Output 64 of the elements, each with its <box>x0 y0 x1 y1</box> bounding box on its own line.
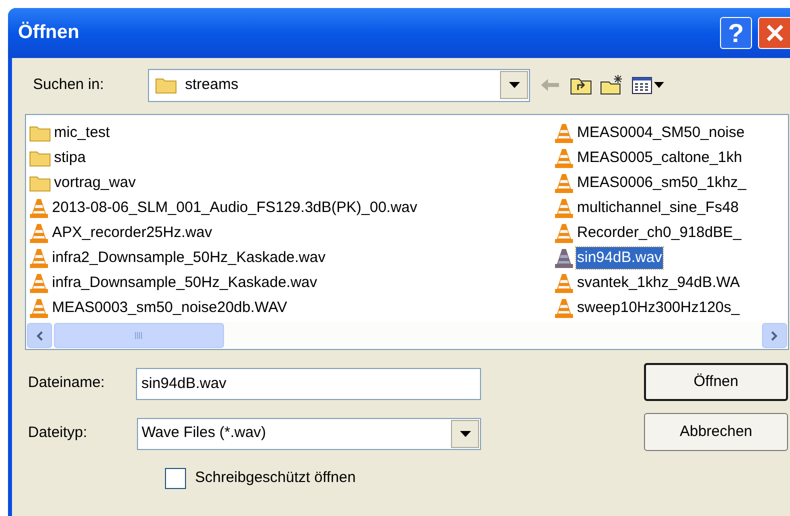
scroll-left-button[interactable] <box>27 323 52 348</box>
traffic-cone-icon <box>29 222 49 244</box>
look-in-dropdown[interactable]: streams <box>148 68 530 102</box>
folder-icon <box>29 149 51 167</box>
new-folder-icon[interactable] <box>600 75 624 95</box>
caret-icon <box>460 430 470 436</box>
folder-icon <box>155 76 177 94</box>
dialog-button[interactable]: Öffnen <box>644 363 788 401</box>
traffic-cone-icon <box>554 298 574 318</box>
file-item[interactable]: infra2_Downsample_50Hz_Kaskade.wav <box>51 246 326 270</box>
read-only-label: Schreibgeschützt öffnen <box>195 468 356 488</box>
traffic-cone-icon <box>554 198 574 218</box>
folder-icon <box>29 174 51 192</box>
file-name-label: Dateiname: <box>28 373 106 394</box>
scroll-thumb[interactable] <box>54 323 224 348</box>
traffic-cone-icon <box>554 222 574 244</box>
file-type-label: Dateityp: <box>28 423 88 444</box>
file-item[interactable]: MEAS0003_sm50_noise20db.WAV <box>51 296 288 320</box>
file-item[interactable]: sin94dB.wav <box>576 246 664 270</box>
file-item[interactable]: multichannel_sine_Fs48 <box>576 196 740 220</box>
file-name-field[interactable]: sin94dB.wav <box>136 368 481 400</box>
traffic-cone-icon <box>29 248 49 268</box>
right-chevron-icon <box>771 330 778 340</box>
dropdown-arrow-button[interactable] <box>451 420 479 448</box>
view-menu-button[interactable] <box>632 76 664 94</box>
dropdown-arrow-button[interactable] <box>500 71 528 99</box>
horizontal-scrollbar[interactable] <box>26 322 788 349</box>
file-item[interactable]: MEAS0006_sm50_1khz_ <box>576 172 748 194</box>
read-only-checkbox[interactable] <box>165 468 186 488</box>
file-item[interactable]: sweep10Hz300Hz120s_ <box>576 296 741 320</box>
left-chevron-icon <box>36 330 43 340</box>
folder-item[interactable]: mic_test <box>53 122 111 144</box>
grip-icon <box>135 332 143 339</box>
file-type-value: Wave Files (*.wav) <box>142 423 268 444</box>
file-item[interactable]: APX_recorder25Hz.wav <box>51 222 214 244</box>
close-button[interactable] <box>758 17 790 49</box>
file-item[interactable]: Recorder_ch0_918dBE_ <box>576 222 742 244</box>
folder-item[interactable]: stipa <box>53 146 87 170</box>
traffic-cone-icon <box>554 122 574 144</box>
file-type-dropdown[interactable]: Wave Files (*.wav) <box>136 418 481 450</box>
list-view-icon <box>632 76 652 94</box>
traffic-cone-icon <box>554 248 574 268</box>
look-in-label: Suchen in: <box>33 74 105 95</box>
file-item[interactable]: MEAS0004_SM50_noise <box>576 122 746 144</box>
folder-item[interactable]: vortrag_wav <box>53 172 137 194</box>
traffic-cone-icon <box>29 198 49 218</box>
caret-icon <box>508 82 520 88</box>
traffic-cone-icon <box>554 272 574 294</box>
folder-icon <box>29 124 51 142</box>
scroll-right-button[interactable] <box>762 323 787 348</box>
caret-icon <box>654 82 664 88</box>
traffic-cone-icon <box>29 298 49 318</box>
close-icon <box>766 24 784 42</box>
window-title: Öffnen <box>18 20 80 45</box>
file-item[interactable]: MEAS0005_caltone_1kh <box>576 146 744 170</box>
traffic-cone-icon <box>29 272 49 294</box>
help-button[interactable]: ? <box>720 17 752 49</box>
traffic-cone-icon <box>554 148 574 168</box>
file-item[interactable]: svantek_1khz_94dB.WA <box>576 272 741 294</box>
traffic-cone-icon <box>554 172 574 194</box>
look-in-value: streams <box>185 74 240 95</box>
file-item[interactable]: 2013-08-06_SLM_001_Audio_FS129.3dB(PK)_00.wav <box>51 196 418 220</box>
dialog-button[interactable]: Abbrechen <box>644 413 788 451</box>
file-item[interactable]: infra_Downsample_50Hz_Kaskade.wav <box>51 272 318 294</box>
